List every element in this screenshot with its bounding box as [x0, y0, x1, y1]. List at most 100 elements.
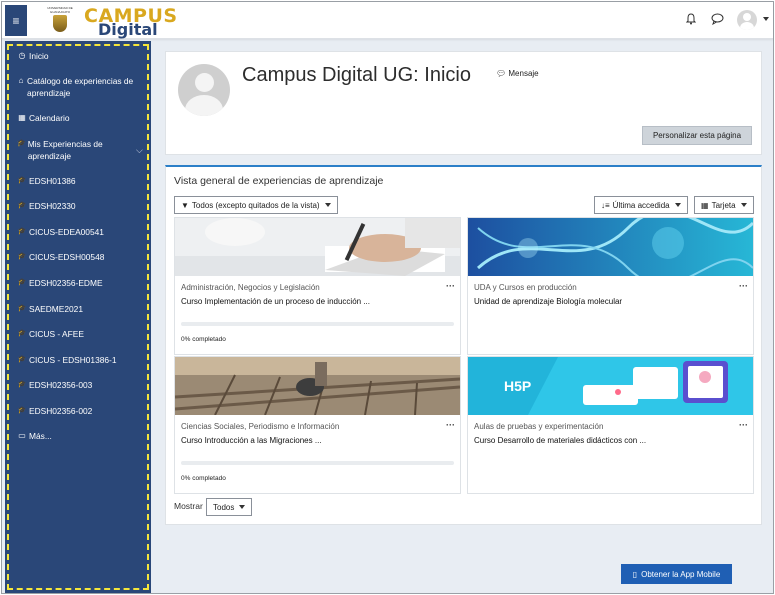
menu-toggle-icon[interactable]: ≡	[5, 5, 27, 36]
chevron-down-icon	[674, 203, 681, 207]
progress-bar	[181, 322, 454, 326]
sidebar-item-label: CICUS - EDSH01386-1	[29, 355, 117, 365]
sidebar-item-label: EDSH02356-003	[29, 380, 93, 390]
sidebar-course-item[interactable]: 🎓 EDSH02356-002	[17, 405, 93, 417]
sidebar-item-label: Mis Experiencias de aprendizaje	[27, 139, 103, 161]
customize-page-button[interactable]: Personalizar esta página	[642, 126, 752, 145]
page-header: Campus Digital UG: Inicio 💬︎ Mensaje Per…	[165, 51, 762, 155]
chevron-down-icon	[239, 505, 246, 509]
sort-icon: ↓≡	[601, 200, 610, 210]
sidebar-item-label: SAEDME2021	[29, 304, 83, 314]
university-seal: UNIVERSIDAD DE GUANAJUATO	[44, 6, 76, 34]
course-name[interactable]: Unidad de aprendizaje Biología molecular	[474, 297, 622, 306]
message-link[interactable]: 💬︎ Mensaje	[496, 69, 539, 78]
calendar-icon: ▦	[18, 113, 26, 122]
sidebar-item-catalogo[interactable]: ⌂ Catálogo de experiencias de aprendizaj…	[17, 75, 149, 99]
graduation-cap-icon: 🎓	[17, 140, 26, 147]
course-category: Aulas de pruebas y experimentación	[474, 422, 604, 431]
message-label: Mensaje	[508, 69, 539, 78]
show-row: Mostrar	[174, 501, 203, 511]
app-button-label: Obtener la App Mobile	[641, 569, 721, 579]
top-navbar: ≡ UNIVERSIDAD DE GUANAJUATO CAMPUS Digit…	[2, 2, 773, 39]
sidebar-item-label: CICUS-EDSH00548	[29, 252, 105, 262]
more-options-icon[interactable]: ···	[739, 281, 748, 291]
sidebar-nav: ◷ Inicio ⌂ Catálogo de experiencias de a…	[5, 41, 151, 593]
sidebar-course-item[interactable]: 🎓 EDSH02330	[17, 200, 76, 212]
get-mobile-app-button[interactable]: ▯ Obtener la App Mobile	[621, 564, 732, 584]
progress-text: 0% completado	[181, 475, 226, 482]
graduation-cap-icon: 🎓	[17, 279, 27, 286]
progress-bar	[181, 461, 454, 465]
course-overview: Vista general de experiencias de aprendi…	[165, 165, 762, 525]
course-name[interactable]: Curso Desarrollo de materiales didáctico…	[474, 436, 646, 445]
folder-icon: ▭	[18, 431, 26, 440]
grid-icon: ▦	[701, 200, 709, 210]
course-name[interactable]: Curso Implementación de un proceso de in…	[181, 297, 370, 306]
sort-label: Última accedida	[612, 200, 670, 210]
chevron-down-icon	[740, 203, 747, 207]
sidebar-course-item[interactable]: 🎓 EDSH02356-EDME	[17, 277, 103, 289]
course-image[interactable]	[175, 218, 460, 276]
course-card[interactable]: Administración, Negocios y Legislación ·…	[174, 217, 461, 355]
sidebar-item-label: Calendario	[29, 113, 70, 123]
chat-icon: 💬︎	[496, 69, 507, 78]
show-dropdown[interactable]: Todos	[206, 498, 253, 516]
sidebar-item-label: CICUS - AFEE	[29, 329, 84, 339]
course-card[interactable]: H5P Aulas de pruebas y experimentación ·…	[467, 356, 754, 494]
graduation-cap-icon: 🎓	[17, 407, 27, 414]
sidebar-item-label: EDSH02330	[29, 201, 76, 211]
graduation-cap-icon: 🎓	[17, 177, 27, 184]
chevron-down-icon[interactable]	[763, 17, 769, 21]
crest-icon	[53, 15, 67, 32]
graduation-cap-icon: 🎓	[17, 356, 27, 363]
profile-avatar	[178, 64, 230, 116]
graduation-cap-icon: 🎓	[17, 228, 27, 235]
sidebar-course-item[interactable]: 🎓 CICUS-EDSH00548	[17, 251, 105, 263]
sidebar-course-item[interactable]: 🎓 EDSH01386	[17, 175, 76, 187]
user-avatar[interactable]	[737, 10, 757, 30]
sidebar-item-label: Inicio	[29, 51, 49, 61]
sidebar-course-item[interactable]: 🎓 EDSH02356-003	[17, 379, 93, 391]
app-window: ≡ UNIVERSIDAD DE GUANAJUATO CAMPUS Digit…	[1, 1, 774, 594]
course-image[interactable]	[175, 357, 460, 415]
more-options-icon[interactable]: ···	[739, 420, 748, 430]
view-dropdown[interactable]: ▦ Tarjeta	[694, 196, 754, 214]
sidebar-item-label: Más...	[29, 431, 52, 441]
more-options-icon[interactable]: ···	[446, 420, 455, 430]
sidebar-course-item[interactable]: 🎓 CICUS-EDEA00541	[17, 226, 104, 238]
more-options-icon[interactable]: ···	[446, 281, 455, 291]
sidebar-item-mas[interactable]: ▭ Más...	[17, 430, 52, 442]
chat-icon[interactable]	[711, 13, 724, 28]
sidebar-course-item[interactable]: 🎓 SAEDME2021	[17, 303, 83, 315]
sidebar-item-label: EDSH02356-EDME	[29, 278, 103, 288]
seal-text: UNIVERSIDAD DE GUANAJUATO	[47, 6, 73, 14]
course-category: Ciencias Sociales, Periodismo e Informac…	[181, 422, 340, 431]
course-name[interactable]: Curso Introducción a las Migraciones ...	[181, 436, 322, 445]
sidebar-course-item[interactable]: 🎓 CICUS - EDSH01386-1	[17, 354, 117, 366]
show-value: Todos	[213, 502, 235, 512]
course-card[interactable]: Ciencias Sociales, Periodismo e Informac…	[174, 356, 461, 494]
bell-icon[interactable]	[685, 13, 697, 28]
course-card[interactable]: UDA y Cursos en producción ··· Unidad de…	[467, 217, 754, 355]
course-category: Administración, Negocios y Legislación	[181, 283, 320, 292]
filter-label: Todos (excepto quitados de la vista)	[191, 200, 320, 210]
sidebar-item-label: EDSH02356-002	[29, 406, 93, 416]
graduation-cap-icon: 🎓	[17, 202, 27, 209]
view-label: Tarjeta	[711, 200, 736, 210]
course-image[interactable]	[468, 218, 753, 276]
dashboard-icon: ◷	[18, 51, 26, 60]
sidebar-item-inicio[interactable]: ◷ Inicio	[17, 50, 49, 62]
sidebar-item-calendario[interactable]: ▦ Calendario	[17, 112, 70, 124]
sidebar-course-item[interactable]: 🎓 CICUS - AFEE	[17, 328, 84, 340]
page-title: Campus Digital UG: Inicio	[242, 64, 471, 86]
filter-dropdown[interactable]: ▼ Todos (excepto quitados de la vista)	[174, 196, 338, 214]
course-category: UDA y Cursos en producción	[474, 283, 577, 292]
course-image[interactable]: H5P	[468, 357, 753, 415]
sidebar-item-label: Catálogo de experiencias de aprendizaje	[27, 76, 134, 98]
site-logo[interactable]: UNIVERSIDAD DE GUANAJUATO CAMPUS Digital	[36, 4, 177, 39]
overview-title: Vista general de experiencias de aprendi…	[174, 175, 384, 187]
show-label: Mostrar	[174, 501, 203, 511]
sidebar-item-mis-experiencias[interactable]: 🎓 Mis Experiencias de aprendizaje	[17, 138, 125, 162]
chevron-down-icon[interactable]: ⌵	[136, 145, 143, 156]
sort-dropdown[interactable]: ↓≡ Última accedida	[594, 196, 688, 214]
